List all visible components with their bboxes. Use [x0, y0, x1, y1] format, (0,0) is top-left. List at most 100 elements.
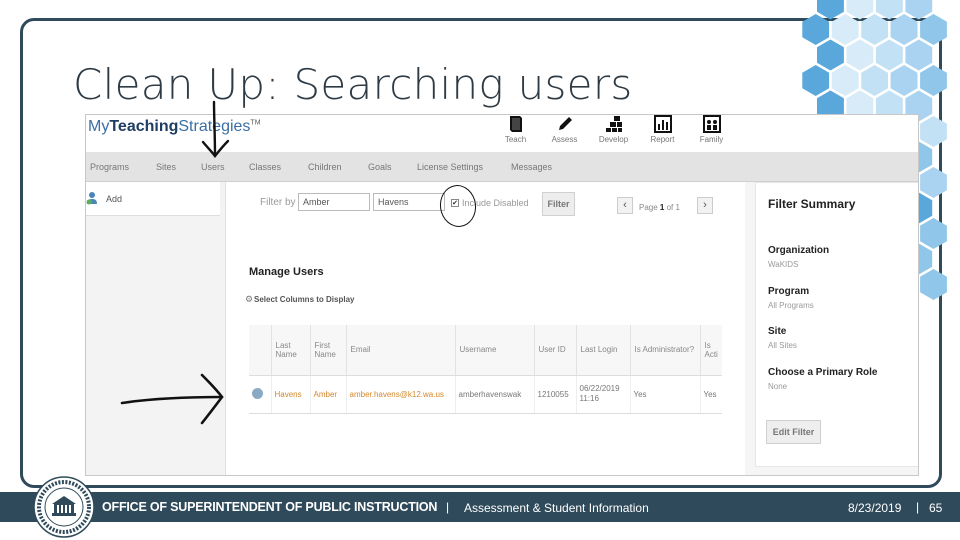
tool-family[interactable]: Family — [687, 115, 736, 144]
nav-programs[interactable]: Programs — [90, 162, 129, 172]
nav-goals[interactable]: Goals — [368, 162, 392, 172]
cell-last-name[interactable]: Havens — [271, 375, 311, 414]
avatar — [249, 375, 272, 414]
last-name-filter-input[interactable]: Havens — [373, 193, 445, 211]
book-icon — [509, 116, 522, 132]
bar-chart-icon — [653, 115, 672, 133]
ospi-seal-icon — [33, 476, 95, 538]
left-panel: Add — [86, 182, 226, 475]
cell-is-admin: Yes — [630, 375, 701, 414]
filter-summary-panel: Filter Summary Organization WaKIDS Progr… — [745, 182, 918, 475]
col-last-login[interactable]: Last Login — [576, 325, 631, 376]
footer-date: 8/23/2019 — [848, 501, 902, 515]
add-user-icon — [86, 192, 97, 205]
select-columns-link[interactable]: ⚙ Select Columns to Display — [245, 294, 354, 304]
filter-summary-box: Filter Summary Organization WaKIDS Progr… — [755, 182, 918, 467]
nav-license-settings[interactable]: License Settings — [417, 162, 483, 172]
summary-program-label: Program — [768, 286, 810, 297]
brand-logo[interactable]: MyTeachingStrategiesTM — [88, 118, 261, 136]
summary-site-label: Site — [768, 326, 787, 337]
summary-site-value: All Sites — [768, 341, 797, 350]
tool-report[interactable]: Report — [638, 115, 687, 144]
hexagon-tile — [890, 14, 918, 45]
next-page-button[interactable]: › — [697, 197, 713, 214]
user-icon — [252, 387, 263, 399]
hexagon-tile — [875, 0, 903, 20]
hexagon-tile — [905, 39, 933, 71]
hexagon-tile — [802, 65, 830, 96]
hexagon-tile — [861, 65, 888, 96]
nav-classes[interactable]: Classes — [249, 162, 281, 172]
hexagon-tile — [831, 14, 859, 45]
filter-label: Filter by — [260, 197, 296, 208]
footer-page-number: 65 — [929, 501, 943, 515]
footer-org-name: OFFICE OF SUPERINTENDENT OF PUBLIC INSTR… — [102, 500, 438, 514]
col-avatar — [249, 325, 272, 376]
nav-sites[interactable]: Sites — [156, 162, 176, 172]
hand-drawn-down-arrow — [201, 100, 230, 158]
hexagon-tile — [802, 14, 830, 45]
top-tools: Teach Assess Develop Report Family — [491, 115, 736, 144]
footer-separator: | — [446, 500, 450, 514]
table-header-row: Last Name First Name Email Username User… — [249, 325, 722, 376]
hexagon-tile — [920, 116, 947, 147]
hexagon-tile — [817, 39, 844, 71]
col-first-name[interactable]: First Name — [310, 325, 347, 376]
hexagon-tile — [920, 269, 947, 300]
gear-icon: ⚙ — [245, 294, 254, 304]
family-icon — [702, 115, 721, 133]
blocks-icon — [605, 116, 622, 132]
cell-email[interactable]: amber.havens@k12.wa.us — [346, 375, 456, 414]
hexagon-tile — [920, 218, 947, 249]
nav-children[interactable]: Children — [308, 162, 342, 172]
col-is-admin[interactable]: Is Administrator? — [630, 325, 701, 376]
summary-role-label: Choose a Primary Role — [768, 367, 878, 378]
hexagon-tile — [905, 0, 933, 20]
footer-separator-2: | — [916, 500, 920, 514]
summary-role-value: None — [768, 382, 788, 391]
hand-drawn-right-arrow — [120, 373, 224, 425]
summary-organization-label: Organization — [768, 245, 830, 256]
col-last-name[interactable]: Last Name — [271, 325, 311, 376]
pencil-icon — [558, 117, 572, 130]
manage-users-heading: Manage Users — [249, 266, 324, 278]
col-email[interactable]: Email — [346, 325, 456, 376]
nav-messages[interactable]: Messages — [511, 162, 552, 172]
hand-drawn-circle — [437, 182, 479, 230]
col-username[interactable]: Username — [455, 325, 535, 376]
summary-program-value: All Programs — [768, 301, 814, 310]
tool-teach[interactable]: Teach — [491, 115, 540, 144]
tool-assess[interactable]: Assess — [540, 115, 589, 144]
summary-organization-value: WaKIDS — [768, 260, 799, 269]
add-user-button[interactable]: Add — [86, 182, 220, 216]
cell-last-login: 06/22/2019 11:16 — [576, 375, 631, 414]
prev-page-button[interactable]: ‹ — [617, 197, 633, 214]
footer-department: Assessment & Student Information — [464, 501, 649, 515]
hexagon-tile — [861, 14, 888, 45]
cell-username: amberhavenswak — [455, 375, 535, 414]
cell-is-active: Yes — [700, 375, 722, 414]
col-user-id[interactable]: User ID — [534, 325, 577, 376]
slide-footer: OFFICE OF SUPERINTENDENT OF PUBLIC INSTR… — [0, 492, 960, 522]
edit-filter-button[interactable]: Edit Filter — [766, 420, 821, 444]
hexagon-tile — [846, 39, 874, 71]
col-is-active[interactable]: Is Acti — [700, 325, 722, 376]
hexagon-tile — [831, 65, 859, 96]
slide-title: Clean Up: Searching users — [73, 60, 633, 109]
tool-develop[interactable]: Develop — [589, 115, 638, 144]
cell-first-name[interactable]: Amber — [310, 375, 347, 414]
nav-users[interactable]: Users — [201, 162, 225, 172]
page-indicator: Page 1 of 1 — [639, 203, 680, 212]
first-name-filter-input[interactable]: Amber — [298, 193, 370, 211]
hexagon-tile — [817, 0, 844, 20]
table-row[interactable]: Havens Amber amber.havens@k12.wa.us ambe… — [249, 375, 722, 414]
hexagon-tile — [920, 14, 947, 45]
cell-user-id: 1210055 — [534, 375, 577, 414]
hexagon-tile — [920, 167, 947, 198]
hexagon-tile — [846, 0, 874, 20]
hexagon-tile — [920, 65, 947, 96]
hexagon-tile — [890, 65, 918, 96]
filter-button[interactable]: Filter — [542, 192, 575, 216]
users-table: Last Name First Name Email Username User… — [249, 325, 722, 414]
filter-summary-title: Filter Summary — [768, 197, 856, 211]
